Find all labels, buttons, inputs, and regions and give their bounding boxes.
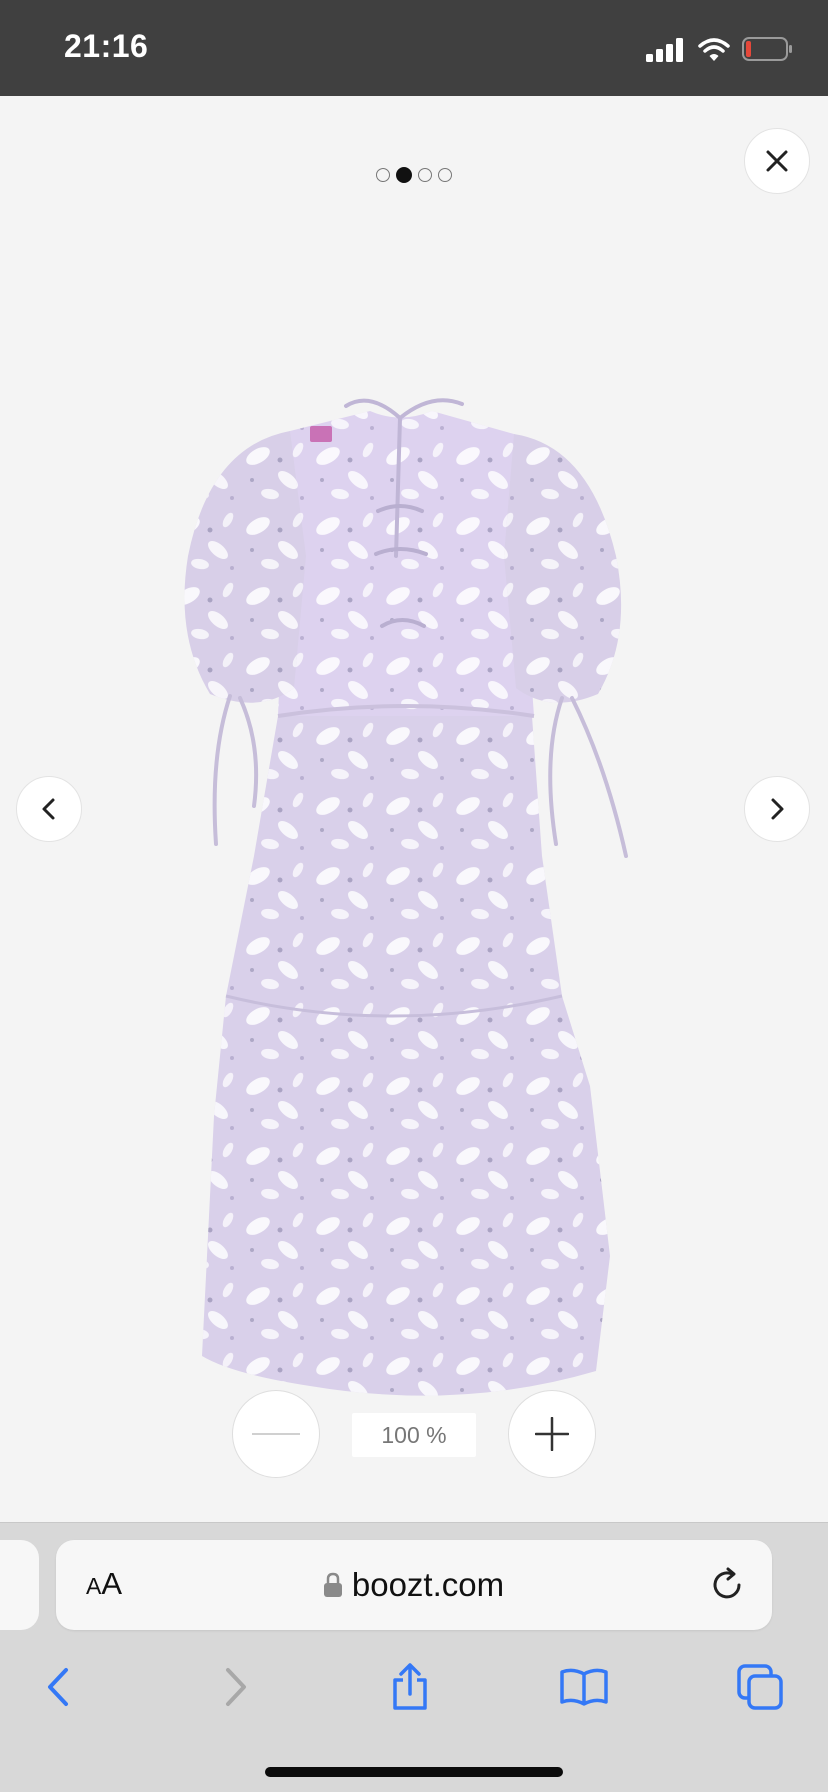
close-button[interactable]	[744, 128, 810, 194]
battery-icon	[742, 37, 792, 61]
status-icons	[646, 34, 794, 62]
browser-bottom-bar: AA boozt.com	[0, 1522, 828, 1792]
previous-tab-card[interactable]	[0, 1540, 39, 1630]
back-button[interactable]	[30, 1659, 86, 1715]
signal-icon	[646, 38, 683, 62]
gallery-dot-active[interactable]	[396, 167, 412, 183]
forward-button[interactable]	[208, 1659, 264, 1715]
minus-icon	[252, 1433, 300, 1435]
chevron-right-icon	[226, 1668, 246, 1706]
url-display: boozt.com	[56, 1540, 772, 1630]
tabs-icon	[737, 1664, 783, 1710]
zoom-level-display: 100 %	[352, 1413, 476, 1457]
chevron-right-icon	[771, 798, 784, 820]
share-icon	[393, 1663, 427, 1710]
status-bar: 21:16	[0, 0, 828, 96]
gallery-dot[interactable]	[438, 168, 452, 182]
tabs-button[interactable]	[732, 1659, 788, 1715]
url-text: boozt.com	[351, 1566, 505, 1603]
reload-icon[interactable]	[708, 1566, 746, 1604]
wifi-icon	[698, 38, 730, 61]
bookmarks-button[interactable]	[556, 1659, 612, 1715]
previous-image-button[interactable]	[16, 776, 82, 842]
lock-icon	[323, 1572, 342, 1597]
share-button[interactable]	[382, 1659, 438, 1715]
book-icon	[560, 1668, 608, 1706]
plus-icon	[535, 1417, 569, 1451]
next-image-button[interactable]	[744, 776, 810, 842]
product-image[interactable]	[170, 296, 660, 1421]
zoom-in-button[interactable]	[508, 1390, 596, 1478]
home-indicator	[265, 1767, 563, 1777]
zoom-out-button[interactable]	[232, 1390, 320, 1478]
gallery-pagination	[0, 167, 828, 183]
status-time: 21:16	[64, 28, 149, 64]
chevron-left-icon	[42, 798, 55, 820]
address-bar[interactable]: AA boozt.com	[56, 1540, 772, 1630]
gallery-dot[interactable]	[418, 168, 432, 182]
gallery-dot[interactable]	[376, 168, 390, 182]
image-viewer: 100 %	[0, 96, 828, 1522]
chevron-left-icon	[48, 1668, 68, 1706]
